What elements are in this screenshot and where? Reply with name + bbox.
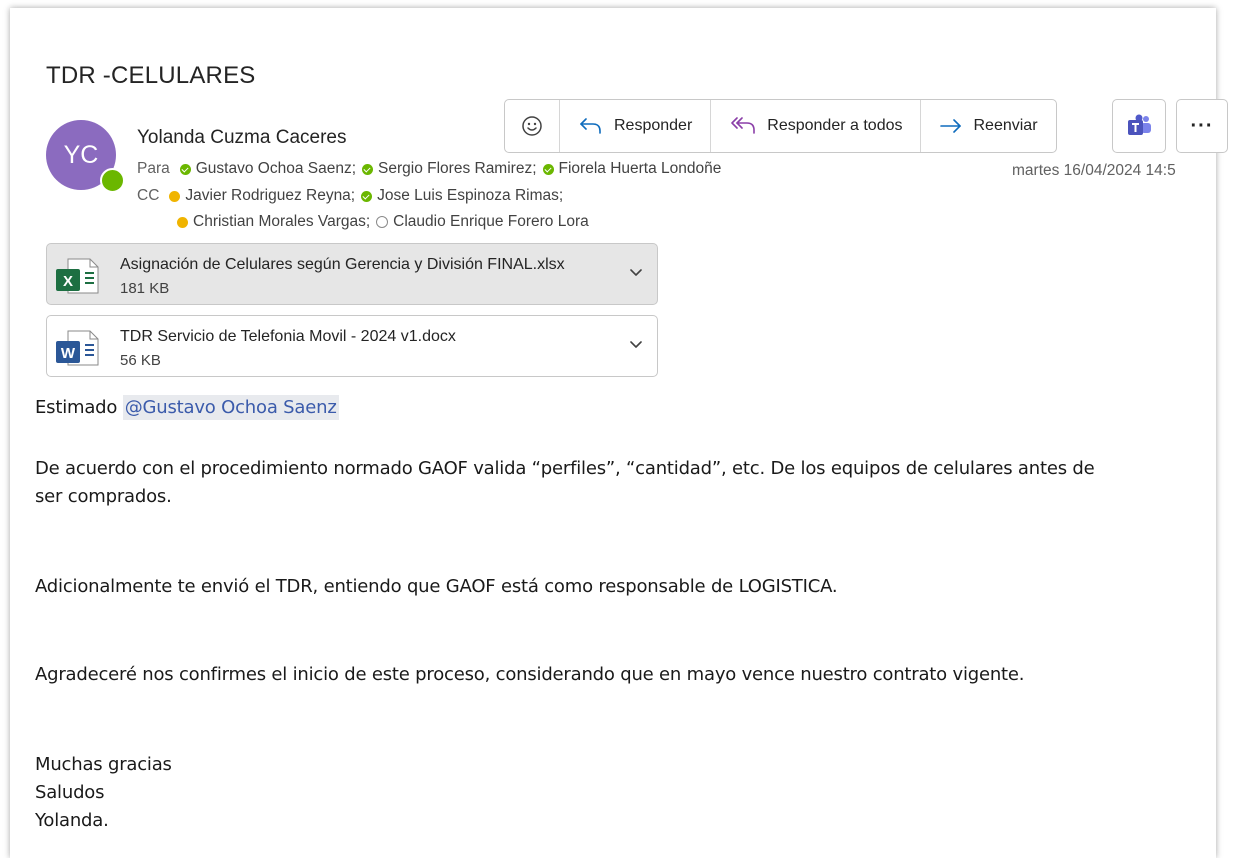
presence-available-icon <box>179 163 191 175</box>
forward-button[interactable]: Reenviar <box>921 100 1055 152</box>
react-button[interactable] <box>505 100 560 152</box>
email-subject: TDR -CELULARES <box>46 62 256 89</box>
attachment-word[interactable]: W TDR Servicio de Telefonia Movil - 2024… <box>46 315 658 377</box>
paragraph-3: Agradeceré nos confirmes el inicio de es… <box>35 664 1025 685</box>
recipient[interactable]: Christian Morales Vargas; <box>177 213 370 231</box>
recipient[interactable]: Gustavo Ochoa Saenz; <box>179 160 356 178</box>
reply-all-icon <box>731 117 756 134</box>
svg-text:W: W <box>61 345 76 362</box>
recipient[interactable]: Sergio Flores Ramirez; <box>362 160 537 178</box>
teams-button[interactable] <box>1112 99 1166 153</box>
cc-recipients: CC Javier Rodriguez Reyna; Jose Luis Esp… <box>137 187 569 205</box>
paragraph-2: Adicionalmente te envió el TDR, entiendo… <box>35 576 838 597</box>
to-label: Para <box>137 160 170 177</box>
more-options-button[interactable]: ··· <box>1176 99 1228 153</box>
presence-available-icon <box>361 190 373 202</box>
cc-label: CC <box>137 187 160 204</box>
recipient[interactable]: Fiorela Huerta Londoñe <box>542 160 721 178</box>
attachment-name: Asignación de Celulares según Gerencia y… <box>120 256 565 273</box>
recipient[interactable]: Javier Rodriguez Reyna; <box>169 187 355 205</box>
svg-text:X: X <box>63 273 73 290</box>
reply-label: Responder <box>614 117 693 134</box>
forward-icon <box>940 119 962 133</box>
attachment-excel[interactable]: X Asignación de Celulares según Gerencia… <box>46 243 658 305</box>
sender-name[interactable]: Yolanda Cuzma Caceres <box>137 127 346 149</box>
presence-away-icon <box>169 190 181 202</box>
attachment-name: TDR Servicio de Telefonia Movil - 2024 v… <box>120 328 456 345</box>
forward-label: Reenviar <box>973 117 1038 134</box>
to-recipients: Para Gustavo Ochoa Saenz; Sergio Flores … <box>137 160 727 178</box>
sent-date: martes 16/04/2024 14:5 <box>1012 162 1176 179</box>
recipient[interactable]: Claudio Enrique Forero Lora <box>376 213 589 231</box>
greeting: Estimado @Gustavo Ochoa Saenz <box>35 395 339 420</box>
paragraph-1: De acuerdo con el procedimiento normado … <box>35 458 1095 507</box>
reply-all-button[interactable]: Responder a todos <box>711 100 922 152</box>
presence-away-icon <box>177 216 188 228</box>
message-actions-toolbar: Responder Responder a todos Reenviar <box>504 99 1057 153</box>
signature: Muchas gracias Saludos Yolanda. <box>35 754 172 831</box>
presence-offline-icon <box>376 216 389 228</box>
cc-recipients-line2: Christian Morales Vargas; Claudio Enriqu… <box>177 213 595 231</box>
presence-available-icon <box>542 163 554 175</box>
reply-icon <box>580 118 601 134</box>
recipient[interactable]: Jose Luis Espinoza Rimas; <box>361 187 563 205</box>
reply-button[interactable]: Responder <box>560 100 712 152</box>
presence-available-icon <box>100 168 125 193</box>
word-file-icon: W <box>56 330 99 366</box>
chevron-down-icon[interactable] <box>629 340 643 350</box>
mention-link[interactable]: @Gustavo Ochoa Saenz <box>122 395 339 420</box>
smiley-icon <box>522 116 542 136</box>
reply-all-label: Responder a todos <box>767 117 903 134</box>
excel-file-icon: X <box>56 258 99 294</box>
teams-icon <box>1128 114 1151 135</box>
presence-available-icon <box>362 163 374 175</box>
attachment-size: 181 KB <box>120 280 170 297</box>
attachment-size: 56 KB <box>120 352 161 369</box>
chevron-down-icon[interactable] <box>629 268 643 278</box>
avatar-initials: YC <box>63 140 99 169</box>
ellipsis-icon: ··· <box>1190 114 1214 137</box>
